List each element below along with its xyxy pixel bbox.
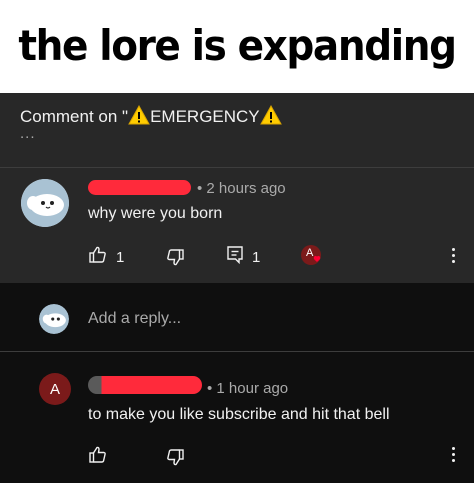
thumbs-up-icon bbox=[88, 245, 108, 270]
meme-caption-text: the lore is expanding bbox=[18, 22, 457, 71]
thread-header-more[interactable]: ... bbox=[20, 125, 36, 142]
like-button[interactable] bbox=[88, 445, 108, 470]
thumbs-down-icon bbox=[165, 447, 185, 472]
avatar[interactable] bbox=[21, 179, 69, 227]
more-options-button[interactable] bbox=[450, 447, 456, 462]
reply-text: to make you like subscribe and hit that … bbox=[88, 406, 390, 423]
warning-icon bbox=[259, 104, 282, 130]
dislike-button[interactable] bbox=[165, 447, 185, 472]
add-reply-input[interactable]: Add a reply... bbox=[88, 310, 181, 328]
reply-button[interactable]: 1 bbox=[226, 245, 260, 269]
thread-header-prefix: Comment on " bbox=[20, 107, 129, 126]
like-count: 1 bbox=[116, 249, 125, 266]
thread-header-title: EMERGENCY bbox=[150, 107, 260, 126]
warning-icon bbox=[128, 104, 150, 130]
more-options-button[interactable] bbox=[450, 248, 456, 263]
reply-count: 1 bbox=[252, 248, 261, 266]
redacted-username bbox=[88, 376, 202, 394]
comment-icon bbox=[226, 245, 244, 269]
dislike-button[interactable] bbox=[165, 247, 185, 272]
comment-timestamp: • 2 hours ago bbox=[197, 180, 286, 197]
comment-text: why were you born bbox=[88, 205, 223, 222]
thread-header: Comment on " EMERGENCY bbox=[20, 104, 282, 130]
meme-caption: the lore is expanding bbox=[0, 0, 474, 93]
creator-avatar-letter: A bbox=[306, 247, 314, 259]
reply-divider bbox=[0, 351, 474, 352]
avatar bbox=[39, 304, 69, 334]
thumbs-up-icon bbox=[88, 445, 108, 470]
reply-timestamp: • 1 hour ago bbox=[207, 380, 289, 397]
creator-heart-badge: A bbox=[300, 244, 322, 266]
thumbs-down-icon bbox=[165, 247, 185, 272]
avatar[interactable]: A bbox=[39, 373, 71, 405]
header-divider bbox=[0, 167, 474, 168]
like-button[interactable]: 1 bbox=[88, 245, 124, 270]
redacted-username bbox=[88, 180, 191, 195]
